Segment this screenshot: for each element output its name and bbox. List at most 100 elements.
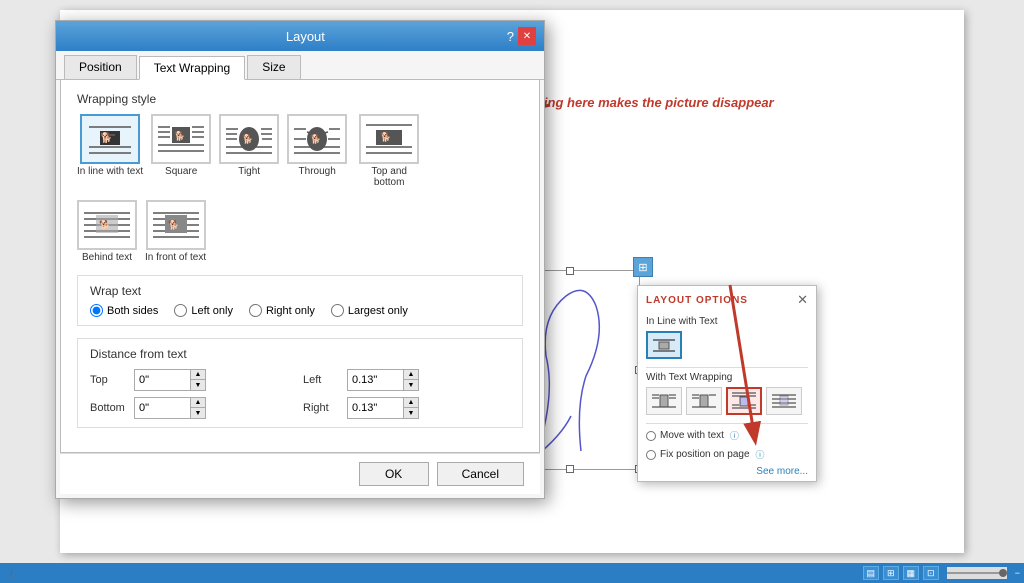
ok-button[interactable]: OK — [359, 462, 429, 486]
distance-top-input[interactable] — [135, 370, 190, 390]
wrap-label-square: Square — [165, 166, 197, 177]
inline-section-label: In Line with Text — [638, 314, 816, 331]
inline-icons-row — [638, 331, 816, 365]
move-with-text-radio[interactable] — [646, 431, 656, 441]
wrap-label-inline: In line with text — [77, 166, 143, 177]
wrap-label-topbottom: Top and bottom — [355, 166, 423, 188]
distance-top-up[interactable]: ▲ — [191, 370, 205, 380]
wrap-icon-2[interactable] — [686, 387, 722, 415]
wrap-style-square[interactable]: 🐕 Square — [151, 114, 211, 188]
wrap-icon-tight: 🐕 — [219, 114, 279, 164]
popup-header: LAYOUT OPTIONS ✕ — [638, 286, 816, 314]
wrap-text-section: Wrap text Both sides Left only Right onl… — [77, 275, 523, 326]
distance-top-spinner: ▲ ▼ — [190, 370, 205, 390]
fix-info-icon: ⓘ — [756, 448, 765, 461]
move-info-icon: ⓘ — [730, 429, 739, 442]
inline-icon-1[interactable] — [646, 331, 682, 359]
popup-title: LAYOUT OPTIONS — [646, 295, 748, 306]
wrap-style-tight[interactable]: 🐕 Tight — [219, 114, 279, 188]
distance-top-down[interactable]: ▼ — [191, 380, 205, 390]
fix-position-label: Fix position on page — [660, 449, 750, 460]
see-more-link[interactable]: See more... — [638, 464, 816, 481]
wrap-icon-3[interactable] — [726, 387, 762, 415]
svg-text:🐕: 🐕 — [380, 131, 391, 142]
fix-position-option[interactable]: Fix position on page ⓘ — [638, 445, 816, 464]
distance-bottom-down[interactable]: ▼ — [191, 408, 205, 418]
distance-bottom-input-wrap: ▲ ▼ — [134, 397, 206, 419]
distance-right-input[interactable] — [348, 398, 403, 418]
radio-label-both: Both sides — [107, 305, 158, 317]
handle-tm[interactable] — [566, 267, 574, 275]
fix-position-radio[interactable] — [646, 450, 656, 460]
tab-text-wrapping[interactable]: Text Wrapping — [139, 56, 245, 80]
distance-right-label: Right — [303, 402, 341, 414]
wrap-style-behind[interactable]: 🐕 Behind text — [77, 200, 137, 263]
distance-left-down[interactable]: ▼ — [404, 380, 418, 390]
distance-left-input-wrap: ▲ ▼ — [347, 369, 419, 391]
wrap-style-inline[interactable]: 🐕 In line with text — [77, 114, 143, 188]
view-icon-3[interactable]: ▦ — [903, 566, 919, 580]
distance-grid: Top ▲ ▼ Left ▲ — [90, 369, 510, 419]
wrap-icon-square: 🐕 — [151, 114, 211, 164]
view-icon-4[interactable]: ⊡ — [923, 566, 939, 580]
svg-text:🐕: 🐕 — [174, 130, 185, 141]
radio-largest-only[interactable]: Largest only — [331, 304, 408, 317]
wrap-style-infront[interactable]: 🐕 In front of text — [145, 200, 206, 263]
distance-section: Distance from text Top ▲ ▼ Left — [77, 338, 523, 428]
dialog-close-button[interactable]: ✕ — [518, 27, 536, 45]
radio-label-right: Right only — [266, 305, 315, 317]
dialog-footer: OK Cancel — [60, 453, 540, 494]
dialog-help-button[interactable]: ? — [507, 29, 514, 44]
distance-bottom-input[interactable] — [135, 398, 190, 418]
wrapping-section-label: With Text Wrapping — [638, 370, 816, 387]
wrap-label-tight: Tight — [238, 166, 260, 177]
svg-text:🐕: 🐕 — [242, 133, 253, 144]
tab-size[interactable]: Size — [247, 55, 300, 79]
popup-divider-1 — [646, 367, 808, 368]
distance-bottom-label: Bottom — [90, 402, 128, 414]
distance-left-row: Left ▲ ▼ — [303, 369, 510, 391]
radio-both-sides[interactable]: Both sides — [90, 304, 158, 317]
popup-divider-2 — [646, 423, 808, 424]
annotation-text: clicking here makes the picture disappea… — [515, 95, 774, 110]
wrap-label-through: Through — [299, 166, 336, 177]
wrap-icon-topbottom: 🐕 — [359, 114, 419, 164]
move-with-text-option[interactable]: Move with text ⓘ — [638, 426, 816, 445]
popup-close-button[interactable]: ✕ — [797, 292, 808, 308]
wrap-text-radio-group: Both sides Left only Right only Largest … — [90, 304, 510, 317]
tab-position[interactable]: Position — [64, 55, 137, 79]
distance-bottom-row: Bottom ▲ ▼ — [90, 397, 297, 419]
wrap-icon-1[interactable] — [646, 387, 682, 415]
distance-right-input-wrap: ▲ ▼ — [347, 397, 419, 419]
layout-options-popup: LAYOUT OPTIONS ✕ In Line with Text With … — [637, 285, 817, 482]
view-icon-1[interactable]: ▤ — [863, 566, 879, 580]
distance-left-up[interactable]: ▲ — [404, 370, 418, 380]
dialog-tabs: Position Text Wrapping Size — [56, 51, 544, 80]
dialog-titlebar: Layout ? ✕ — [56, 21, 544, 51]
distance-right-up[interactable]: ▲ — [404, 398, 418, 408]
distance-left-input[interactable] — [348, 370, 403, 390]
distance-left-label: Left — [303, 374, 341, 386]
wrap-style-through[interactable]: 🐕 Through — [287, 114, 347, 188]
distance-bottom-up[interactable]: ▲ — [191, 398, 205, 408]
status-bar: ▤ ⊞ ▦ ⊡ − — [0, 563, 1024, 583]
radio-right-only[interactable]: Right only — [249, 304, 315, 317]
zoom-slider[interactable] — [947, 567, 1007, 579]
wrapping-icons-row — [638, 387, 816, 421]
distance-left-spinner: ▲ ▼ — [403, 370, 418, 390]
wrap-text-label: Wrap text — [90, 284, 510, 298]
view-icon-2[interactable]: ⊞ — [883, 566, 899, 580]
svg-text:🐕: 🐕 — [168, 219, 179, 230]
zoom-level: − — [1015, 568, 1020, 578]
handle-bm[interactable] — [566, 465, 574, 473]
dialog-title: Layout — [104, 29, 507, 44]
radio-label-largest: Largest only — [348, 305, 408, 317]
layout-options-button[interactable]: ⊞ — [633, 257, 653, 277]
distance-right-down[interactable]: ▼ — [404, 408, 418, 418]
distance-right-row: Right ▲ ▼ — [303, 397, 510, 419]
distance-top-input-wrap: ▲ ▼ — [134, 369, 206, 391]
wrap-icon-4[interactable] — [766, 387, 802, 415]
wrap-style-topbottom[interactable]: 🐕 Top and bottom — [355, 114, 423, 188]
cancel-button[interactable]: Cancel — [437, 462, 524, 486]
radio-left-only[interactable]: Left only — [174, 304, 233, 317]
